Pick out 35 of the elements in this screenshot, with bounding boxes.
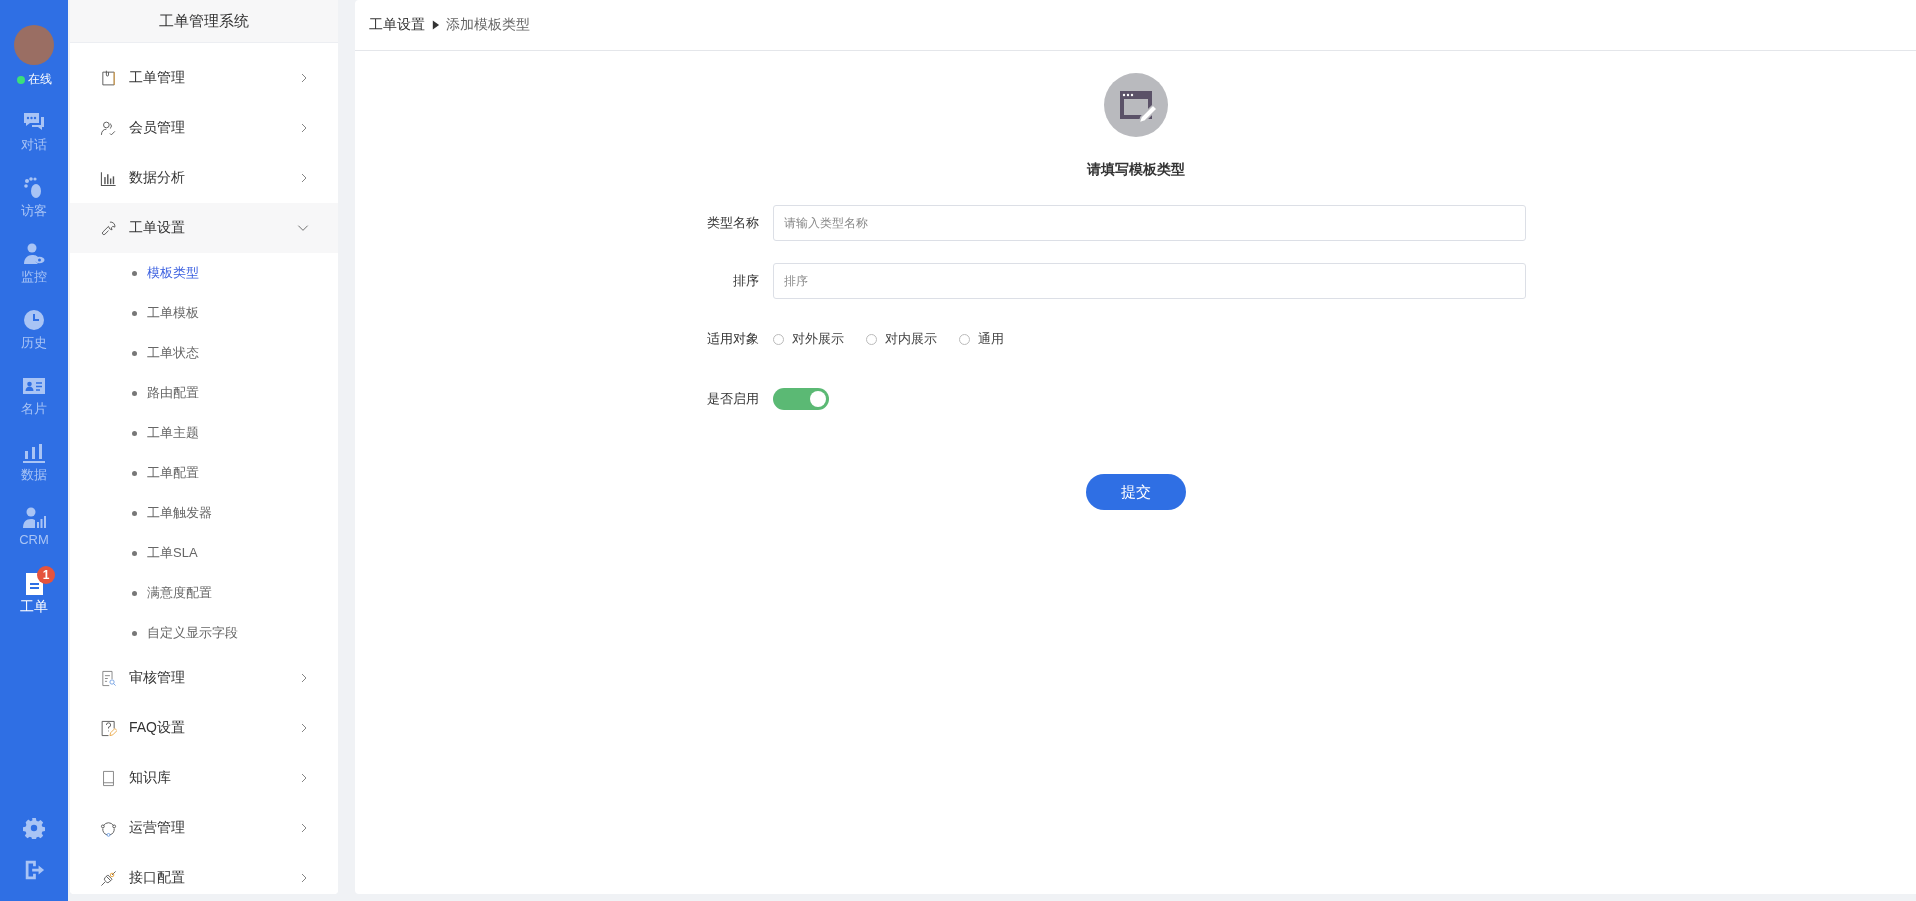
clock-icon [22, 308, 46, 332]
logout-icon[interactable] [23, 859, 45, 881]
caret-right-icon [431, 19, 440, 31]
clipboard-icon [100, 69, 117, 87]
field-label: 适用对象 [706, 330, 759, 348]
nav-item[interactable]: 工单 1 [0, 566, 68, 632]
field-label: 类型名称 [706, 214, 759, 232]
input-field[interactable]: 排序 [773, 263, 1526, 299]
user-chart-icon [22, 506, 46, 530]
radio-option[interactable]: 对内展示 [866, 330, 937, 348]
menu-item[interactable]: 工单设置 [70, 203, 338, 253]
toggle-switch[interactable] [773, 388, 829, 410]
settings-icon[interactable] [23, 817, 45, 839]
breadcrumb-item: 添加模板类型 [446, 16, 530, 34]
plug-icon [100, 869, 117, 887]
breadcrumb-item[interactable]: 工单设置 [369, 16, 425, 34]
wrench-icon [100, 219, 117, 237]
radio-option[interactable]: 对外展示 [773, 330, 844, 348]
book-icon [100, 769, 117, 787]
field-label: 排序 [732, 272, 759, 290]
radio-option[interactable]: 通用 [959, 330, 1004, 348]
submit-button[interactable]: 提交 [1085, 474, 1186, 510]
browser-edit-icon [1103, 73, 1168, 137]
notification-badge: 1 [37, 566, 55, 584]
bar-chart-icon [100, 169, 117, 187]
status-label: 在线 [27, 71, 52, 88]
input-field[interactable]: 请输入类型名称 [773, 205, 1526, 241]
users-icon [100, 119, 117, 137]
user-eye-icon [22, 242, 46, 266]
form-heading: 请填写模板类型 [1086, 161, 1185, 179]
sidebar-title: 工单管理系统 [159, 11, 249, 31]
field-label: 是否启用 [706, 390, 759, 408]
question-document-icon [100, 719, 117, 737]
cycle-icon [100, 819, 117, 837]
document-search-icon [100, 669, 117, 687]
